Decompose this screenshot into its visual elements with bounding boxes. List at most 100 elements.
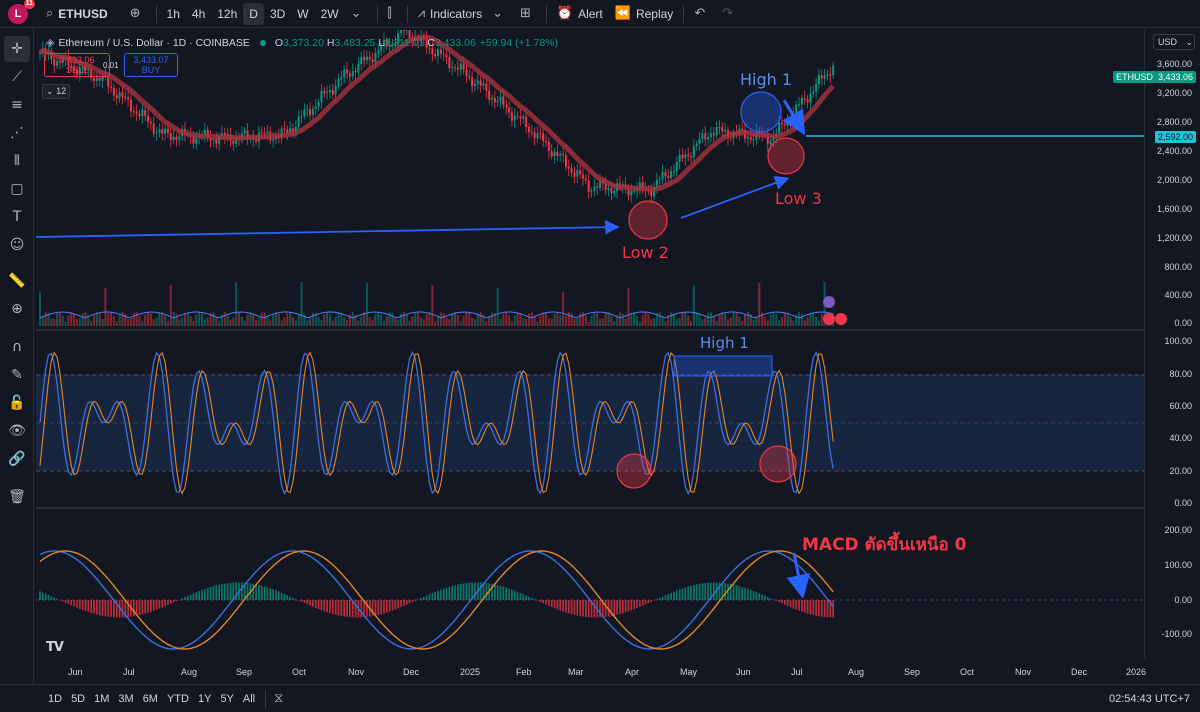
annotation-high1[interactable]: High 1 (740, 70, 792, 89)
volume-bar (64, 321, 67, 326)
interval-2w[interactable]: 2W (315, 3, 345, 25)
interval-dropdown[interactable]: ⌄ (345, 3, 373, 25)
undo-button[interactable]: ↶ (688, 3, 716, 25)
redo-button[interactable]: ↷ (716, 3, 744, 25)
range-1d[interactable]: 1D (48, 693, 62, 705)
indicators-label: Indicators (430, 6, 483, 21)
sell-button[interactable]: 3,433.06 SELL (44, 53, 110, 77)
annotation-macd-note[interactable]: MACD ตัดขึ้นเหนือ 0 (802, 531, 967, 558)
indicators-button[interactable]: ⩘ Indicators ⌄ (412, 3, 514, 25)
volume-bar (198, 312, 201, 326)
range-1m[interactable]: 1M (94, 693, 109, 705)
volume-bar (434, 321, 437, 326)
forecast-icon[interactable]: ⫴ (4, 148, 30, 174)
tradingview-logo[interactable]: TV (46, 640, 64, 655)
candle (309, 109, 312, 115)
candle (337, 79, 340, 86)
high1-circle[interactable] (740, 91, 782, 133)
symbol-search[interactable]: ⌕ ETHUSD (40, 3, 114, 25)
interval-d[interactable]: D (243, 2, 264, 25)
candle (607, 188, 610, 191)
lock-drawing-icon[interactable]: ✎ (4, 362, 30, 388)
volume-bar (183, 312, 186, 326)
user-avatar[interactable]: L 11 (8, 0, 35, 24)
volume-bar (272, 314, 275, 326)
annotation-low2[interactable]: Low 2 (622, 243, 669, 262)
volume-bar (769, 314, 772, 326)
range-5y[interactable]: 5Y (220, 693, 233, 705)
volume-bar (581, 312, 584, 326)
clock[interactable]: 02:54:43 UTC+7 (1109, 693, 1190, 705)
event-flash-icon[interactable] (823, 296, 835, 308)
volume-bar (346, 319, 349, 326)
date-range-icon[interactable]: ⧖ (274, 691, 283, 706)
annotation-low3[interactable]: Low 3 (775, 189, 822, 208)
market-status-icon[interactable] (259, 39, 266, 46)
us-flag-icon[interactable] (823, 313, 835, 325)
annotation-arrow[interactable] (680, 176, 790, 219)
low2-circle[interactable] (628, 200, 668, 240)
time-axis[interactable]: Jun Jul Aug Sep Oct Nov Dec 2025 Feb Mar Apr May Jun… (36, 666, 1146, 682)
horizontal-lines-icon[interactable]: ≡ (4, 92, 30, 118)
trash-icon[interactable]: 🗑 (4, 484, 30, 510)
text-icon[interactable]: T (4, 204, 30, 230)
interval-w[interactable]: W (291, 3, 314, 25)
candle (581, 174, 584, 179)
annotation-stoch-high1[interactable]: High 1 (700, 334, 749, 352)
eye-icon[interactable]: 👁 (4, 418, 30, 444)
layouts-button[interactable]: ⊞ (514, 3, 542, 25)
candle (664, 172, 667, 177)
rectangle-icon[interactable]: ▢ (4, 176, 30, 202)
trendline-icon[interactable]: ⟋ (4, 64, 30, 90)
range-6m[interactable]: 6M (143, 693, 158, 705)
time-axis-label: Nov (1015, 667, 1032, 677)
range-5d[interactable]: 5D (71, 693, 85, 705)
volume-bar (465, 312, 468, 326)
range-1y[interactable]: 1Y (198, 693, 211, 705)
buy-button[interactable]: 3,433.07 BUY (124, 53, 178, 77)
volume-bar (815, 316, 818, 326)
volume-bar (454, 312, 457, 326)
volume-bar (246, 314, 249, 326)
stoch-low-circle[interactable] (759, 445, 797, 483)
alert-button[interactable]: ⏰ Alert (551, 3, 609, 25)
interval-4h[interactable]: 4h (186, 3, 211, 25)
compare-button[interactable]: ⊕ (124, 3, 152, 25)
pattern-icon[interactable]: ⋰ (4, 120, 30, 146)
candle (300, 116, 303, 118)
macd-histogram-bar (673, 591, 675, 600)
price-axis[interactable]: 3,600.00 3,200.00 2,800.00 2,400.00 2,00… (1112, 30, 1200, 658)
candle (530, 131, 533, 133)
us-flag-icon[interactable] (835, 313, 847, 325)
annotation-arrow[interactable] (36, 219, 620, 238)
range-all[interactable]: All (243, 693, 255, 705)
chart-type-button[interactable]: ⫿ (382, 3, 403, 25)
low3-circle[interactable] (767, 137, 805, 175)
range-ytd[interactable]: YTD (167, 693, 189, 705)
stoch-low-circle[interactable] (616, 453, 652, 489)
interval-3d[interactable]: 3D (264, 3, 291, 25)
volume-bar (67, 315, 70, 326)
link-icon[interactable]: 🔗 (4, 446, 30, 472)
magnet-icon[interactable]: ∩ (4, 334, 30, 360)
macd-histogram-bar (417, 599, 419, 600)
candle (110, 86, 113, 88)
interval-12h[interactable]: 12h (211, 3, 243, 25)
stoch-high-box[interactable] (673, 355, 773, 377)
price-chart[interactable] (36, 30, 1144, 658)
indicators-collapse-button[interactable]: ⌄ 12 (42, 84, 71, 99)
macd-histogram-bar (221, 584, 223, 600)
interval-1h[interactable]: 1h (161, 3, 186, 25)
emoji-icon[interactable]: ☺ (4, 232, 30, 258)
replay-button[interactable]: ⏪ Replay (609, 3, 680, 25)
ruler-icon[interactable]: 📏 (4, 268, 30, 294)
volume-bar (707, 312, 710, 326)
crosshair-icon[interactable]: ✛ (4, 36, 30, 62)
time-axis-label: Dec (1071, 667, 1088, 677)
legend-title[interactable]: Ethereum / U.S. Dollar · 1D · COINBASE (58, 37, 249, 49)
zoom-in-icon[interactable]: ⊕ (4, 296, 30, 322)
candle (590, 190, 593, 192)
lock-icon[interactable]: 🔓 (4, 390, 30, 416)
range-3m[interactable]: 3M (118, 693, 133, 705)
last-price-tag: 3,433.06 (1154, 71, 1196, 83)
